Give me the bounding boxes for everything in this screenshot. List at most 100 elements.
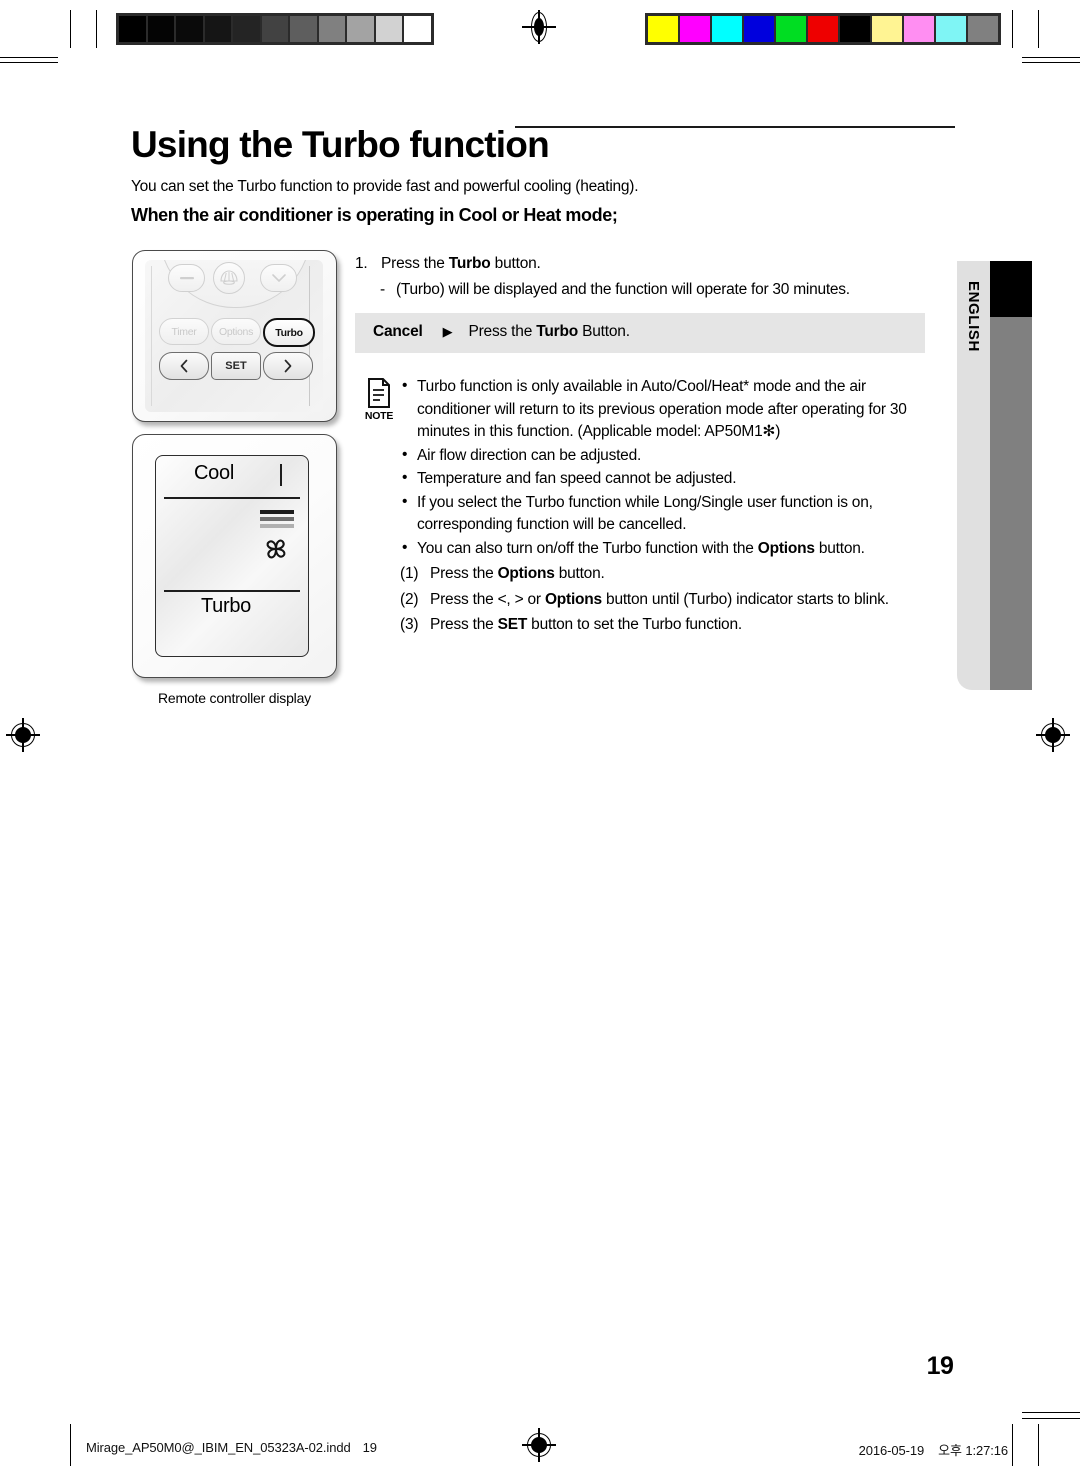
note-substep: (2) Press the <, > or Options button unti…: [400, 589, 920, 612]
remote-left-arrow-button[interactable]: [159, 352, 209, 380]
note-substep-post: button to set the Turbo function.: [527, 616, 742, 633]
color-patch: [744, 16, 774, 42]
lcd-separator-tick: [280, 464, 282, 486]
crop-mark-top-right-h2: [1022, 62, 1080, 63]
crop-rule-left-top-2: [96, 10, 97, 48]
document-icon: [367, 378, 391, 408]
crop-mark-top-left-h2: [0, 62, 58, 63]
note-item-options: • You can also turn on/off the Turbo func…: [400, 538, 920, 561]
language-tab-label: ENGLISH: [957, 261, 990, 371]
note-substep-number: (2): [400, 590, 419, 608]
gray-patch: [119, 16, 146, 42]
cancel-bold: Turbo: [536, 323, 578, 340]
bullet-icon: •: [402, 492, 408, 510]
note-label: NOTE: [364, 410, 394, 422]
step-1-pre: Press the: [381, 255, 449, 272]
remote-right-arrow-button[interactable]: [263, 352, 313, 380]
note-substep-bold: Options: [544, 590, 602, 608]
note-list: • Turbo function is only available in Aut…: [400, 376, 920, 637]
note-item-text: Air flow direction can be adjusted.: [417, 446, 642, 464]
gray-patch: [318, 16, 346, 42]
registration-target-icon: [6, 718, 40, 752]
gray-patch: [147, 16, 175, 42]
intro-paragraph: You can set the Turbo function to provid…: [131, 178, 639, 195]
note-options-bold: Options: [757, 539, 815, 557]
cancel-pre: Press the: [468, 323, 537, 340]
footer-file-text: Mirage_AP50M0@_IBIM_EN_05323A-02.indd: [86, 1440, 351, 1455]
registration-target-icon: [522, 1428, 556, 1462]
color-patch: [712, 16, 742, 42]
gray-patch: [176, 16, 203, 42]
color-patch: [936, 16, 966, 42]
note-item: • Temperature and fan speed cannot be adj…: [400, 468, 920, 491]
gray-patch: [404, 16, 432, 42]
note-item-text: Turbo function is only available in Auto…: [417, 378, 907, 440]
remote-turbo-button[interactable]: Turbo: [263, 318, 315, 347]
step-1-bold: Turbo: [448, 255, 491, 272]
note-substep-pre: Press the: [430, 616, 498, 633]
footer-timestamp: 2016-05-19 오후 1:27:16: [858, 1440, 1009, 1459]
color-calibration-strip: [645, 13, 1001, 45]
color-patch: [872, 16, 902, 42]
note-substep-bold: SET: [497, 616, 528, 633]
remote-body: Timer Options Turbo SET: [145, 260, 323, 412]
minus-button-icon[interactable]: [168, 264, 205, 292]
note-options-pre: You can also turn on/off the Turbo funct…: [417, 539, 758, 557]
bullet-icon: •: [402, 469, 408, 486]
color-patch: [968, 16, 998, 42]
remote-timer-button[interactable]: Timer: [159, 318, 209, 345]
crop-rule-left-bottom: [70, 1424, 71, 1466]
crop-mark-bottom-right-h2: [1022, 1418, 1080, 1419]
note-substep-bold: Options: [497, 565, 555, 582]
note-substep-pre: Press the: [430, 565, 498, 582]
note-item: • If you select the Turbo function while …: [400, 492, 920, 537]
crop-rule-right-top-2: [1038, 10, 1039, 48]
footer-page-text: 19: [362, 1440, 377, 1455]
remote-left-edge-line: [151, 266, 152, 406]
gray-patch: [375, 16, 403, 42]
color-patch: [648, 16, 678, 42]
grayscale-calibration-strip: [116, 13, 434, 45]
lcd-screen: Cool Turbo: [155, 455, 309, 657]
step-1-number: 1.: [355, 255, 368, 272]
gray-patch: [347, 16, 374, 42]
note-item-text: Temperature and fan speed cannot be adju…: [417, 470, 737, 487]
fan-speed-bars-icon: [260, 510, 294, 531]
fan-swing-button-icon[interactable]: [213, 262, 245, 294]
gray-patch: [204, 16, 232, 42]
crop-mark-bottom-right-h: [1022, 1412, 1080, 1413]
language-tab-dark-strip: [990, 261, 1032, 690]
arrow-right-icon: ▶: [442, 324, 453, 339]
note-substep-pre: Press the <, > or: [430, 590, 545, 608]
title-divider: [515, 126, 955, 128]
page-title: Using the Turbo function: [131, 124, 550, 165]
step-1: 1. Press the Turbo button.: [355, 255, 541, 273]
note-substep-number: (3): [400, 616, 419, 633]
step-1-post: button.: [490, 255, 541, 272]
bullet-icon: •: [402, 445, 408, 463]
remote-set-button[interactable]: SET: [211, 352, 261, 380]
note-substep-post: button.: [554, 565, 605, 582]
note-callout-icon: NOTE: [362, 378, 396, 422]
note-options-post: button.: [814, 539, 865, 557]
footer-date-text: 2016-05-19: [858, 1443, 925, 1458]
note-substep: (1) Press the Options button.: [400, 563, 920, 586]
lcd-mode-label: Cool: [194, 462, 234, 484]
remote-control-illustration: Timer Options Turbo SET: [132, 250, 337, 422]
language-tab-marker: [990, 261, 1032, 317]
remote-display-illustration: Cool Turbo: [132, 434, 337, 678]
fan-blade-icon: [258, 533, 294, 567]
note-substep-number: (1): [400, 565, 419, 582]
gray-patch: [233, 16, 260, 42]
footer-time-text: 오후 1:27:16: [938, 1443, 1008, 1458]
lcd-divider-bottom: [164, 590, 300, 592]
remote-options-button[interactable]: Options: [211, 318, 261, 345]
color-patch: [680, 16, 710, 42]
color-patch: [808, 16, 838, 42]
section-subheading: When the air conditioner is operating in…: [131, 205, 618, 225]
step-1-sub-text: (Turbo) will be displayed and the functi…: [396, 281, 850, 298]
crop-rule-left-top: [70, 10, 71, 48]
color-patch: [840, 16, 870, 42]
color-patch: [776, 16, 806, 42]
chevron-down-button-icon[interactable]: [260, 264, 297, 292]
